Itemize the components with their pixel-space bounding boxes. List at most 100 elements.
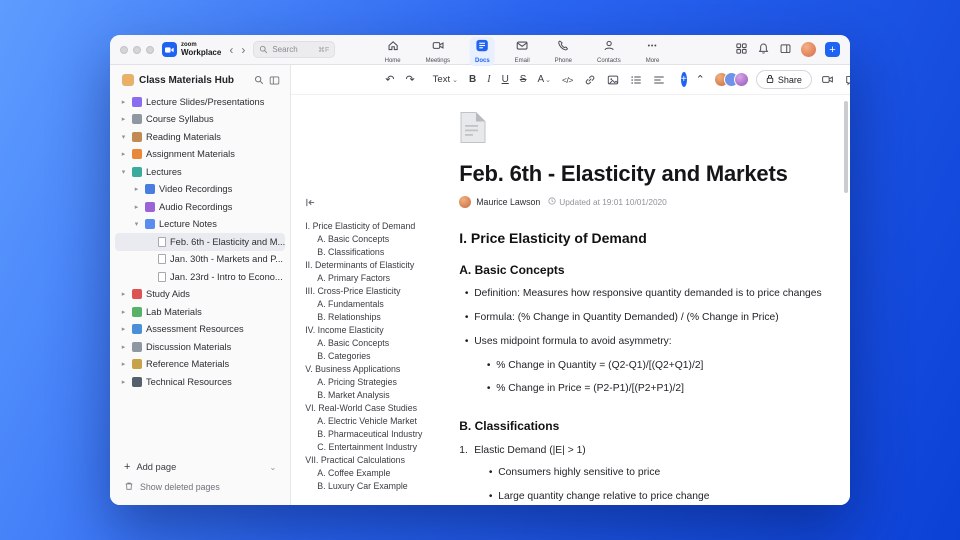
subsection-heading[interactable]: A. Basic Concepts (459, 263, 824, 277)
sidebar-item[interactable]: Feb. 6th - Elasticity and M... (115, 233, 286, 251)
sidebar-item[interactable]: ▸ Lecture Slides/Presentations (115, 93, 285, 111)
sidebar-collapse-button[interactable] (269, 75, 280, 86)
sidebar-item[interactable]: ▾ Lecture Notes (115, 216, 285, 234)
toc-item[interactable]: A. Coffee Example (305, 467, 455, 480)
toc-item[interactable]: A. Primary Factors (305, 272, 455, 285)
sidebar-item[interactable]: ▾ Reading Materials (115, 128, 285, 146)
bullet-item[interactable]: • Consumers highly sensitive to price (483, 467, 824, 480)
undo-button[interactable]: ↶ (383, 71, 396, 88)
section-heading[interactable]: I. Price Elasticity of Demand (459, 230, 824, 246)
redo-button[interactable]: ↷ (403, 71, 416, 88)
sidebar-item[interactable]: Jan. 23rd - Intro to Econo... (115, 268, 285, 286)
bullet-item[interactable]: • % Change in Quantity = (Q2-Q1)/[(Q2+Q1)… (481, 360, 824, 373)
chevron-right-icon[interactable]: ▸ (132, 203, 141, 211)
toc-item[interactable]: A. Basic Concepts (305, 233, 455, 246)
chevron-down-icon[interactable]: ▾ (132, 220, 141, 228)
zoom-window-button[interactable] (146, 45, 154, 54)
bold-button[interactable]: B (467, 72, 478, 87)
bullet-item[interactable]: • % Change in Price = (P2-P1)/[(P2+P1)/2] (481, 383, 824, 396)
bullet-item[interactable]: • Formula: (% Change in Quantity Demanded… (459, 312, 824, 325)
record-button[interactable] (819, 71, 836, 88)
close-button[interactable] (120, 45, 128, 54)
document-body[interactable]: Feb. 6th - Elasticity and Markets Mauric… (459, 95, 824, 505)
chevron-down-icon[interactable]: ▾ (119, 133, 128, 141)
document-title[interactable]: Feb. 6th - Elasticity and Markets (459, 161, 824, 187)
sidebar-item[interactable]: ▸ Audio Recordings (115, 198, 285, 216)
underline-button[interactable]: U (500, 72, 511, 87)
font-color-button[interactable]: A ⌄ (535, 72, 553, 87)
toc-collapse-icon[interactable] (305, 195, 455, 213)
code-button[interactable]: </> (560, 73, 575, 87)
collapse-toolbar-button[interactable]: ⌃ (694, 71, 707, 88)
toc-item[interactable]: V. Business Applications (305, 363, 455, 376)
toc-item[interactable]: III. Cross-Price Elasticity (305, 285, 455, 298)
minimize-button[interactable] (133, 45, 141, 54)
italic-button[interactable]: I (485, 72, 492, 87)
back-button[interactable]: ‹ (229, 44, 233, 56)
tab-docs[interactable]: Docs (469, 37, 495, 66)
toc-item[interactable]: IV. Income Elasticity (305, 324, 455, 337)
chevron-down-icon[interactable]: ▾ (119, 168, 128, 176)
bulleted-list-button[interactable] (628, 72, 644, 88)
chevron-right-icon[interactable]: ▸ (119, 150, 128, 158)
link-button[interactable] (582, 72, 598, 88)
apps-grid-button[interactable] (735, 42, 748, 58)
show-deleted-pages-button[interactable]: Show deleted pages (110, 477, 290, 497)
toc-item[interactable]: A. Pricing Strategies (305, 376, 455, 389)
sidebar-item[interactable]: ▸ Video Recordings (115, 181, 285, 199)
sidebar-item[interactable]: ▸ Discussion Materials (115, 338, 285, 356)
global-search-input[interactable]: Search ⌘F (253, 41, 336, 58)
toc-item[interactable]: B. Relationships (305, 311, 455, 324)
chevron-right-icon[interactable]: ▸ (132, 185, 141, 193)
chevron-right-icon[interactable]: ▸ (119, 325, 128, 333)
toc-item[interactable]: B. Pharmaceutical Industry (305, 428, 455, 441)
sidebar-item[interactable]: ▸ Study Aids (115, 286, 285, 304)
toc-item[interactable]: A. Basic Concepts (305, 337, 455, 350)
toc-item[interactable]: I. Price Elasticity of Demand (305, 220, 455, 233)
toc-item[interactable]: C. Entertainment Industry (305, 441, 455, 454)
toc-item[interactable]: II. Determinants of Elasticity (305, 259, 455, 272)
tab-phone[interactable]: Phone (550, 37, 577, 66)
panel-toggle-button[interactable] (779, 42, 792, 58)
chevron-right-icon[interactable]: ▸ (119, 98, 128, 106)
comments-button[interactable] (843, 72, 850, 88)
chevron-right-icon[interactable]: ▸ (119, 360, 128, 368)
user-avatar[interactable] (801, 42, 816, 57)
chevron-right-icon[interactable]: ▸ (119, 308, 128, 316)
sidebar-item[interactable]: ▸ Assessment Resources (115, 321, 285, 339)
chevron-right-icon[interactable]: ▸ (119, 115, 128, 123)
collaborator-avatar[interactable] (733, 72, 749, 87)
chevron-right-icon[interactable]: ▸ (119, 378, 128, 386)
toc-item[interactable]: A. Electric Vehicle Market (305, 415, 455, 428)
sidebar-item[interactable]: ▸ Lab Materials (115, 303, 285, 321)
tab-meetings[interactable]: Meetings (421, 37, 455, 66)
text-style-dropdown[interactable]: Text ⌄ (431, 72, 460, 87)
sidebar-item[interactable]: Jan. 30th - Markets and P... (115, 251, 285, 269)
tab-more[interactable]: More (641, 37, 665, 66)
forward-button[interactable]: › (241, 44, 245, 56)
numbered-item[interactable]: 1. Elastic Demand (|E| > 1) (459, 445, 824, 456)
bullet-item[interactable]: • Definition: Measures how responsive qua… (459, 288, 824, 301)
align-button[interactable] (651, 72, 667, 88)
bullet-item[interactable]: • Uses midpoint formula to avoid asymmetr… (459, 336, 824, 349)
tab-home[interactable]: Home (380, 37, 406, 66)
image-button[interactable] (605, 72, 621, 88)
sidebar-item[interactable]: ▸ Reference Materials (115, 356, 285, 374)
strikethrough-button[interactable]: S (518, 72, 529, 87)
subsection-heading[interactable]: B. Classifications (459, 419, 824, 433)
sidebar-item[interactable]: ▸ Assignment Materials (115, 146, 285, 164)
scrollbar-thumb[interactable] (844, 101, 848, 193)
toc-item[interactable]: B. Market Analysis (305, 389, 455, 402)
chevron-down-icon[interactable]: ⌄ (270, 463, 277, 472)
tab-email[interactable]: Email (510, 37, 535, 66)
new-plus-button[interactable]: + (825, 42, 840, 57)
tab-contacts[interactable]: Contacts (592, 37, 626, 66)
toc-item[interactable]: VI. Real-World Case Studies (305, 402, 455, 415)
sidebar-item[interactable]: ▾ Lectures (115, 163, 285, 181)
toc-item[interactable]: B. Classifications (305, 246, 455, 259)
chevron-right-icon[interactable]: ▸ (119, 290, 128, 298)
add-page-button[interactable]: + Add page ⌄ (110, 457, 290, 477)
sidebar-search-button[interactable] (254, 75, 264, 85)
ai-companion-button[interactable]: + (680, 72, 687, 87)
sidebar-item[interactable]: ▸ Course Syllabus (115, 111, 285, 129)
